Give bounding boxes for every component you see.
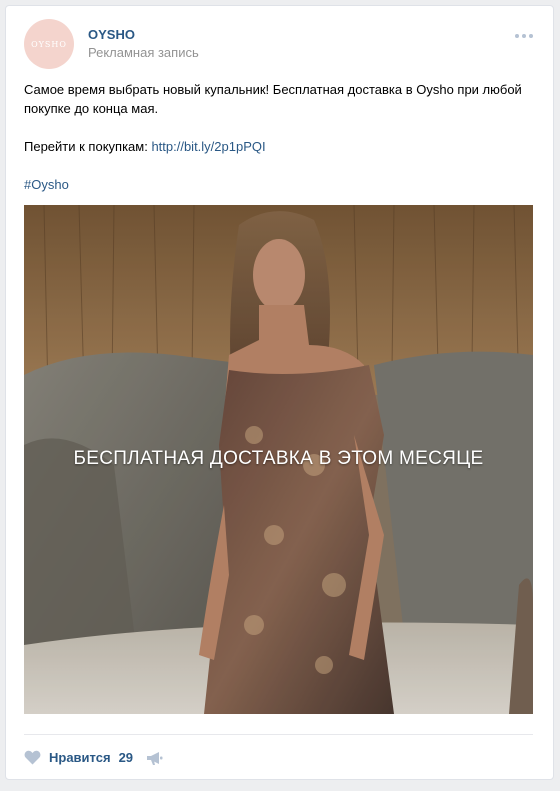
heart-icon [24, 750, 41, 765]
avatar-logo-text: OYSHO [31, 39, 67, 49]
dot-icon [522, 34, 526, 38]
hashtag-link[interactable]: #Oysho [24, 177, 69, 192]
like-button[interactable]: Нравится 29 [24, 750, 133, 765]
like-label: Нравится [49, 750, 111, 765]
image-overlay-text: БЕСПЛАТНАЯ ДОСТАВКА В ЭТОМ МЕСЯЦЕ [73, 448, 484, 469]
shop-prefix: Перейти к покупкам: [24, 139, 152, 154]
post-card: OYSHO OYSHO Рекламная запись Самое время… [5, 5, 554, 780]
post-text: Самое время выбрать новый купальник! Бес… [24, 80, 539, 194]
megaphone-icon [146, 752, 163, 770]
like-count: 29 [118, 750, 134, 765]
share-button[interactable] [146, 751, 163, 771]
shop-line: Перейти к покупкам: http://bit.ly/2p1pPQ… [24, 137, 539, 156]
dot-icon [515, 34, 519, 38]
post-subtitle: Рекламная запись [88, 45, 199, 60]
footer-divider [24, 734, 533, 735]
dot-icon [529, 34, 533, 38]
post-paragraph: Самое время выбрать новый купальник! Бес… [24, 82, 522, 116]
post-image[interactable]: БЕСПЛАТНАЯ ДОСТАВКА В ЭТОМ МЕСЯЦЕ [24, 205, 533, 714]
more-options-button[interactable] [515, 34, 533, 38]
shop-link[interactable]: http://bit.ly/2p1pPQI [151, 139, 265, 154]
avatar[interactable]: OYSHO [24, 19, 74, 69]
post-author-link[interactable]: OYSHO [88, 27, 135, 42]
